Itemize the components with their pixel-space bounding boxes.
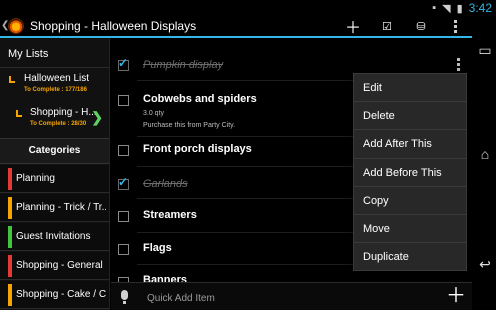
item-checkbox[interactable] [118,244,129,255]
item-title: Streamers [143,209,197,221]
back-icon[interactable]: ↩ [476,256,494,272]
sidebar: My Lists Halloween List To Complete : 17… [0,38,110,310]
category-color-bar [8,197,12,219]
page-title: Shopping - Halloween Displays [30,19,197,33]
list-indent-icon [16,110,22,117]
recent-apps-icon[interactable]: ▭ [476,42,494,58]
pumpkin-app-icon[interactable] [8,18,24,34]
checkmark-icon: ✓ [118,175,129,189]
item-title: Garlands [143,178,188,190]
sidebar-list-halloween[interactable]: Halloween List To Complete : 177/186 [0,68,109,102]
sidebar-category-planning[interactable]: Planning [0,165,109,193]
sidebar-category-shopping-cake[interactable]: Shopping - Cake / C... [0,281,109,309]
menu-item-add-before[interactable]: Add Before This [354,159,466,187]
item-checkbox[interactable]: ✓ [118,175,129,190]
category-label: Planning [16,173,55,184]
sidebar-category-shopping-general[interactable]: Shopping - General [0,252,109,280]
list-indent-icon [9,76,15,83]
item-overflow-icon[interactable] [457,58,460,71]
context-menu: Edit Delete Add After This Add Before Th… [353,73,467,271]
item-title: Flags [143,242,172,254]
item-title: Pumpkin display [143,59,224,71]
chevron-right-icon: ❯ [91,109,103,125]
list-progress: To Complete : 177/186 [24,87,87,93]
item-checkbox[interactable]: ✓ [118,56,129,71]
quick-add-input[interactable] [147,291,417,305]
up-caret-icon[interactable]: ❮ [1,20,9,31]
sidebar-list-shopping[interactable]: Shopping - H... To Complete : 28/30 ❯ [0,102,109,136]
menu-item-add-after[interactable]: Add After This [354,130,466,159]
checkmark-icon: ✓ [118,56,129,70]
menu-item-edit[interactable]: Edit [354,74,466,103]
menu-item-duplicate[interactable]: Duplicate [354,243,466,271]
checklist-icon[interactable]: ☑ [370,16,404,36]
item-checkbox[interactable] [118,95,129,106]
categories-title: Categories [0,138,109,164]
status-bar: ▪ ◥ ▮ 3:42 [0,0,496,16]
add-item-icon[interactable]: ＋ [446,284,466,308]
item-note: Purchase this from Party City. [143,122,236,129]
category-color-bar [8,284,12,306]
action-bar-actions: ＋ ☑ ⛁ [336,16,472,37]
menu-item-delete[interactable]: Delete [354,102,466,131]
sidebar-category-guest-invitations[interactable]: Guest Invitations [0,223,109,251]
action-bar: ❮ Shopping - Halloween Displays ＋ ☑ ⛁ [0,16,472,37]
sim-icon: ▪ [432,2,437,14]
overflow-icon[interactable] [438,16,472,36]
navigation-bar: ▭ ⌂ ↩ [472,16,496,310]
item-quantity: 3.0 qty [143,110,165,117]
list-name: Halloween List [24,73,90,84]
menu-item-copy[interactable]: Copy [354,187,466,215]
category-label: Shopping - General [16,260,103,271]
category-color-bar [8,168,12,190]
category-label: Shopping - Cake / C... [16,289,106,300]
item-checkbox[interactable] [118,211,129,222]
category-label: Planning - Trick / Tr... [16,202,106,213]
sidebar-category-trick-or-treat[interactable]: Planning - Trick / Tr... [0,194,109,222]
sidebar-header: My Lists [0,38,109,68]
item-title: Front porch displays [143,143,252,155]
wifi-icon: ◥ [442,2,451,15]
item-title: Cobwebs and spiders [143,93,257,105]
home-icon[interactable]: ⌂ [476,146,494,162]
database-icon[interactable]: ⛁ [404,16,438,36]
quick-add-bar: ＋ [111,282,472,310]
status-time: 3:42 [468,1,492,15]
item-checkbox[interactable] [118,145,129,156]
category-color-bar [8,226,12,248]
status-icons: ▪ ◥ ▮ 3:42 [432,0,492,16]
category-label: Guest Invitations [16,231,91,242]
category-color-bar [8,255,12,277]
item-title: Banners [143,274,188,282]
menu-item-move[interactable]: Move [354,215,466,244]
add-icon[interactable]: ＋ [336,16,370,37]
battery-icon: ▮ [456,2,463,15]
microphone-icon[interactable] [121,290,128,304]
